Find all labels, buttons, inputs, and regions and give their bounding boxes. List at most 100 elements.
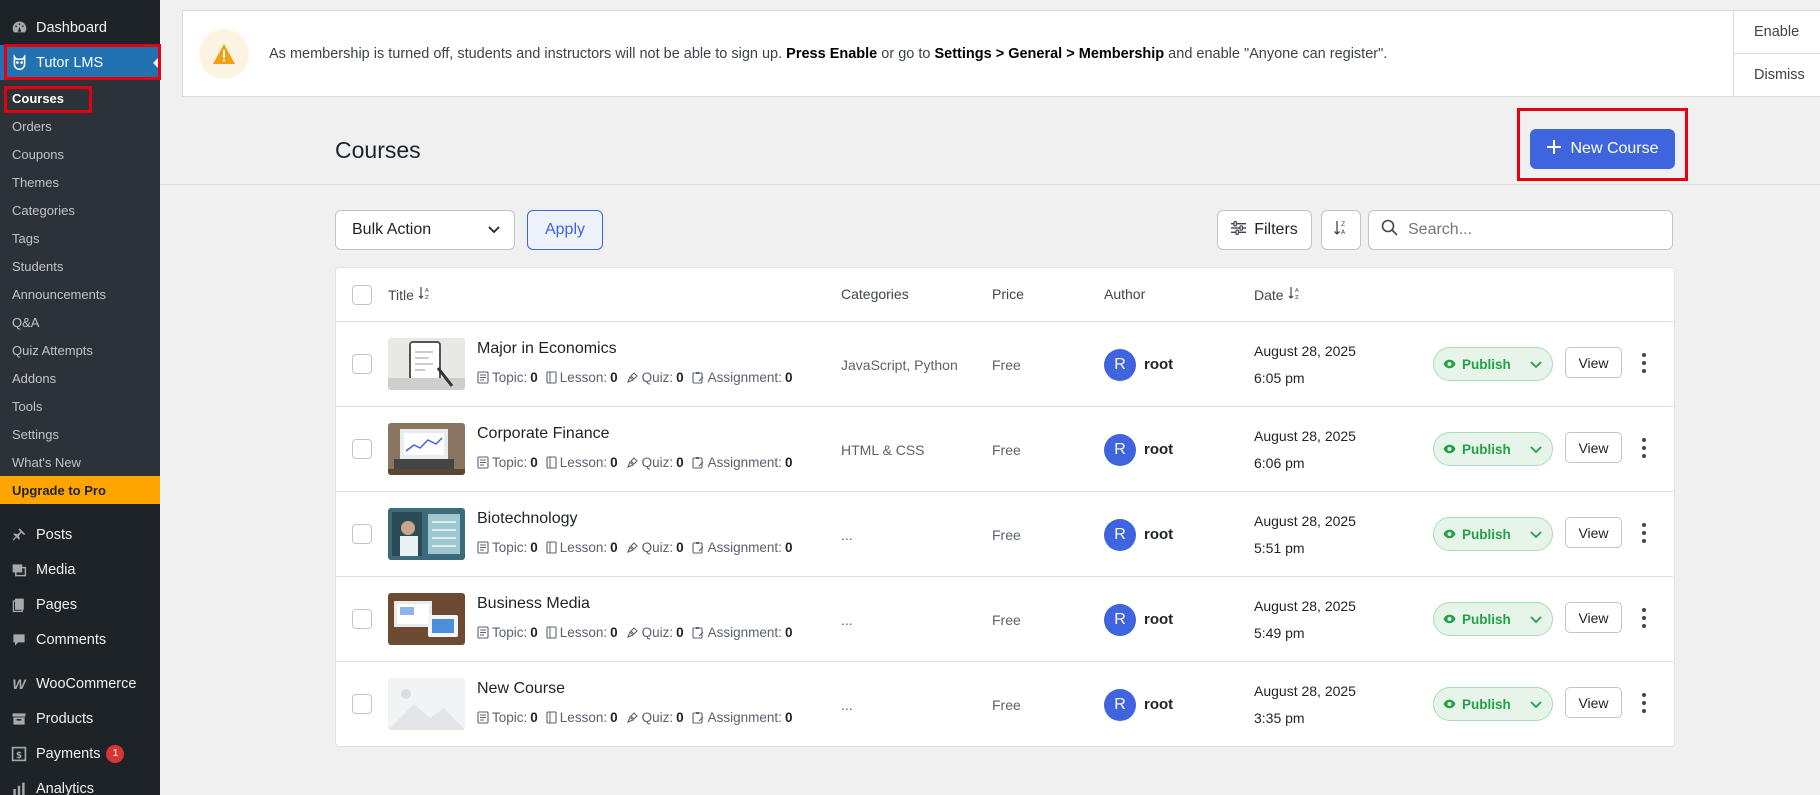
- upgrade-to-pro-link[interactable]: Upgrade to Pro: [0, 476, 160, 504]
- course-title-link[interactable]: Biotechnology: [477, 510, 578, 528]
- course-date: August 28, 2025: [1254, 598, 1356, 614]
- topic-icon: [477, 711, 489, 724]
- course-time: 6:06 pm: [1254, 455, 1305, 471]
- submenu-students[interactable]: Students: [0, 252, 160, 280]
- submenu-orders[interactable]: Orders: [0, 112, 160, 140]
- view-button[interactable]: View: [1565, 602, 1622, 633]
- course-categories: HTML & CSS: [841, 442, 925, 458]
- search-box[interactable]: [1368, 210, 1673, 250]
- menu-comments-label: Comments: [36, 631, 107, 648]
- apply-button[interactable]: Apply: [527, 210, 603, 250]
- author-avatar: R: [1104, 434, 1136, 466]
- more-options-icon[interactable]: [1639, 693, 1649, 713]
- course-thumbnail[interactable]: [388, 338, 465, 390]
- submenu-qa[interactable]: Q&A: [0, 308, 160, 336]
- submenu-quiz-attempts[interactable]: Quiz Attempts: [0, 336, 160, 364]
- course-title-link[interactable]: Corporate Finance: [477, 425, 610, 443]
- more-options-icon[interactable]: [1639, 438, 1649, 458]
- archive-icon: [10, 710, 28, 728]
- submenu-whats-new[interactable]: What's New: [0, 448, 160, 476]
- row-checkbox[interactable]: [352, 524, 372, 544]
- notice-dismiss-button[interactable]: Dismiss: [1734, 54, 1820, 96]
- view-button[interactable]: View: [1565, 347, 1622, 378]
- menu-comments[interactable]: Comments: [0, 622, 160, 657]
- submenu-categories[interactable]: Categories: [0, 196, 160, 224]
- course-time: 5:51 pm: [1254, 540, 1305, 556]
- menu-payments[interactable]: $ Payments 1: [0, 736, 160, 771]
- course-thumbnail[interactable]: [388, 593, 465, 645]
- sort-order-button[interactable]: ZA: [1321, 210, 1361, 250]
- column-date[interactable]: Date AZ: [1254, 286, 1302, 303]
- status-dropdown[interactable]: Publish: [1433, 602, 1553, 636]
- menu-pages[interactable]: Pages: [0, 587, 160, 622]
- topic-value: 0: [530, 710, 538, 725]
- menu-tutor-lms[interactable]: Tutor LMS: [0, 45, 160, 80]
- topic-value: 0: [530, 540, 538, 555]
- menu-payments-label: Payments: [36, 745, 101, 762]
- more-options-icon[interactable]: [1639, 353, 1649, 373]
- topic-icon: [477, 541, 489, 554]
- sort-icon: ZA: [1334, 220, 1348, 241]
- menu-posts[interactable]: Posts: [0, 517, 160, 552]
- assignment-label: Assignment:: [707, 370, 782, 385]
- row-checkbox[interactable]: [352, 439, 372, 459]
- view-button[interactable]: View: [1565, 687, 1622, 718]
- lesson-count: Lesson: 0: [546, 540, 618, 555]
- more-options-icon[interactable]: [1639, 523, 1649, 543]
- submenu-tags[interactable]: Tags: [0, 224, 160, 252]
- lesson-value: 0: [610, 625, 618, 640]
- row-checkbox[interactable]: [352, 609, 372, 629]
- submenu-themes[interactable]: Themes: [0, 168, 160, 196]
- submenu-tools[interactable]: Tools: [0, 392, 160, 420]
- bulk-action-select[interactable]: Bulk Action: [335, 210, 515, 250]
- row-checkbox[interactable]: [352, 354, 372, 374]
- submenu-announcements[interactable]: Announcements: [0, 280, 160, 308]
- view-button[interactable]: View: [1565, 517, 1622, 548]
- eye-icon: [1443, 359, 1456, 369]
- menu-woocommerce[interactable]: W WooCommerce: [0, 666, 160, 701]
- menu-analytics[interactable]: Analytics: [0, 771, 160, 795]
- course-thumbnail[interactable]: [388, 423, 465, 475]
- new-course-button[interactable]: New Course: [1530, 129, 1675, 169]
- column-title[interactable]: Title AZ: [388, 286, 432, 303]
- table-body: Major in Economics Topic: 0 Lesson: 0 Qu…: [336, 322, 1674, 747]
- menu-dashboard[interactable]: Dashboard: [0, 10, 160, 45]
- author-name: root: [1144, 611, 1174, 628]
- lesson-icon: [546, 711, 557, 724]
- eye-icon: [1443, 614, 1456, 624]
- lesson-label: Lesson:: [559, 625, 608, 640]
- course-title-link[interactable]: Business Media: [477, 595, 590, 613]
- topic-value: 0: [530, 455, 538, 470]
- status-dropdown[interactable]: Publish: [1433, 687, 1553, 721]
- menu-products[interactable]: Products: [0, 701, 160, 736]
- more-options-icon[interactable]: [1639, 608, 1649, 628]
- course-thumbnail[interactable]: [388, 678, 465, 730]
- submenu-courses[interactable]: Courses: [0, 84, 160, 112]
- notice-enable-button[interactable]: Enable: [1734, 11, 1820, 54]
- filters-button[interactable]: Filters: [1217, 210, 1312, 250]
- select-all-checkbox[interactable]: [352, 285, 372, 305]
- status-dropdown[interactable]: Publish: [1433, 347, 1553, 381]
- course-thumbnail[interactable]: [388, 508, 465, 560]
- menu-woocommerce-label: WooCommerce: [36, 675, 137, 692]
- submenu-coupons[interactable]: Coupons: [0, 140, 160, 168]
- assignment-icon: [692, 542, 704, 554]
- topic-count: Topic: 0: [477, 370, 538, 385]
- tutor-owl-icon: [10, 54, 28, 72]
- submenu-settings[interactable]: Settings: [0, 420, 160, 448]
- svg-text:Z: Z: [1341, 221, 1345, 228]
- course-title-link[interactable]: New Course: [477, 680, 565, 698]
- view-button[interactable]: View: [1565, 432, 1622, 463]
- topic-count: Topic: 0: [477, 710, 538, 725]
- author-name: root: [1144, 356, 1174, 373]
- menu-media[interactable]: Media: [0, 552, 160, 587]
- payments-icon: $: [10, 745, 28, 763]
- row-checkbox[interactable]: [352, 694, 372, 714]
- search-input[interactable]: [1408, 221, 1648, 239]
- course-title-link[interactable]: Major in Economics: [477, 340, 617, 358]
- quiz-count: Quiz: 0: [626, 370, 684, 385]
- menu-pages-label: Pages: [36, 596, 78, 613]
- status-dropdown[interactable]: Publish: [1433, 517, 1553, 551]
- submenu-addons[interactable]: Addons: [0, 364, 160, 392]
- status-dropdown[interactable]: Publish: [1433, 432, 1553, 466]
